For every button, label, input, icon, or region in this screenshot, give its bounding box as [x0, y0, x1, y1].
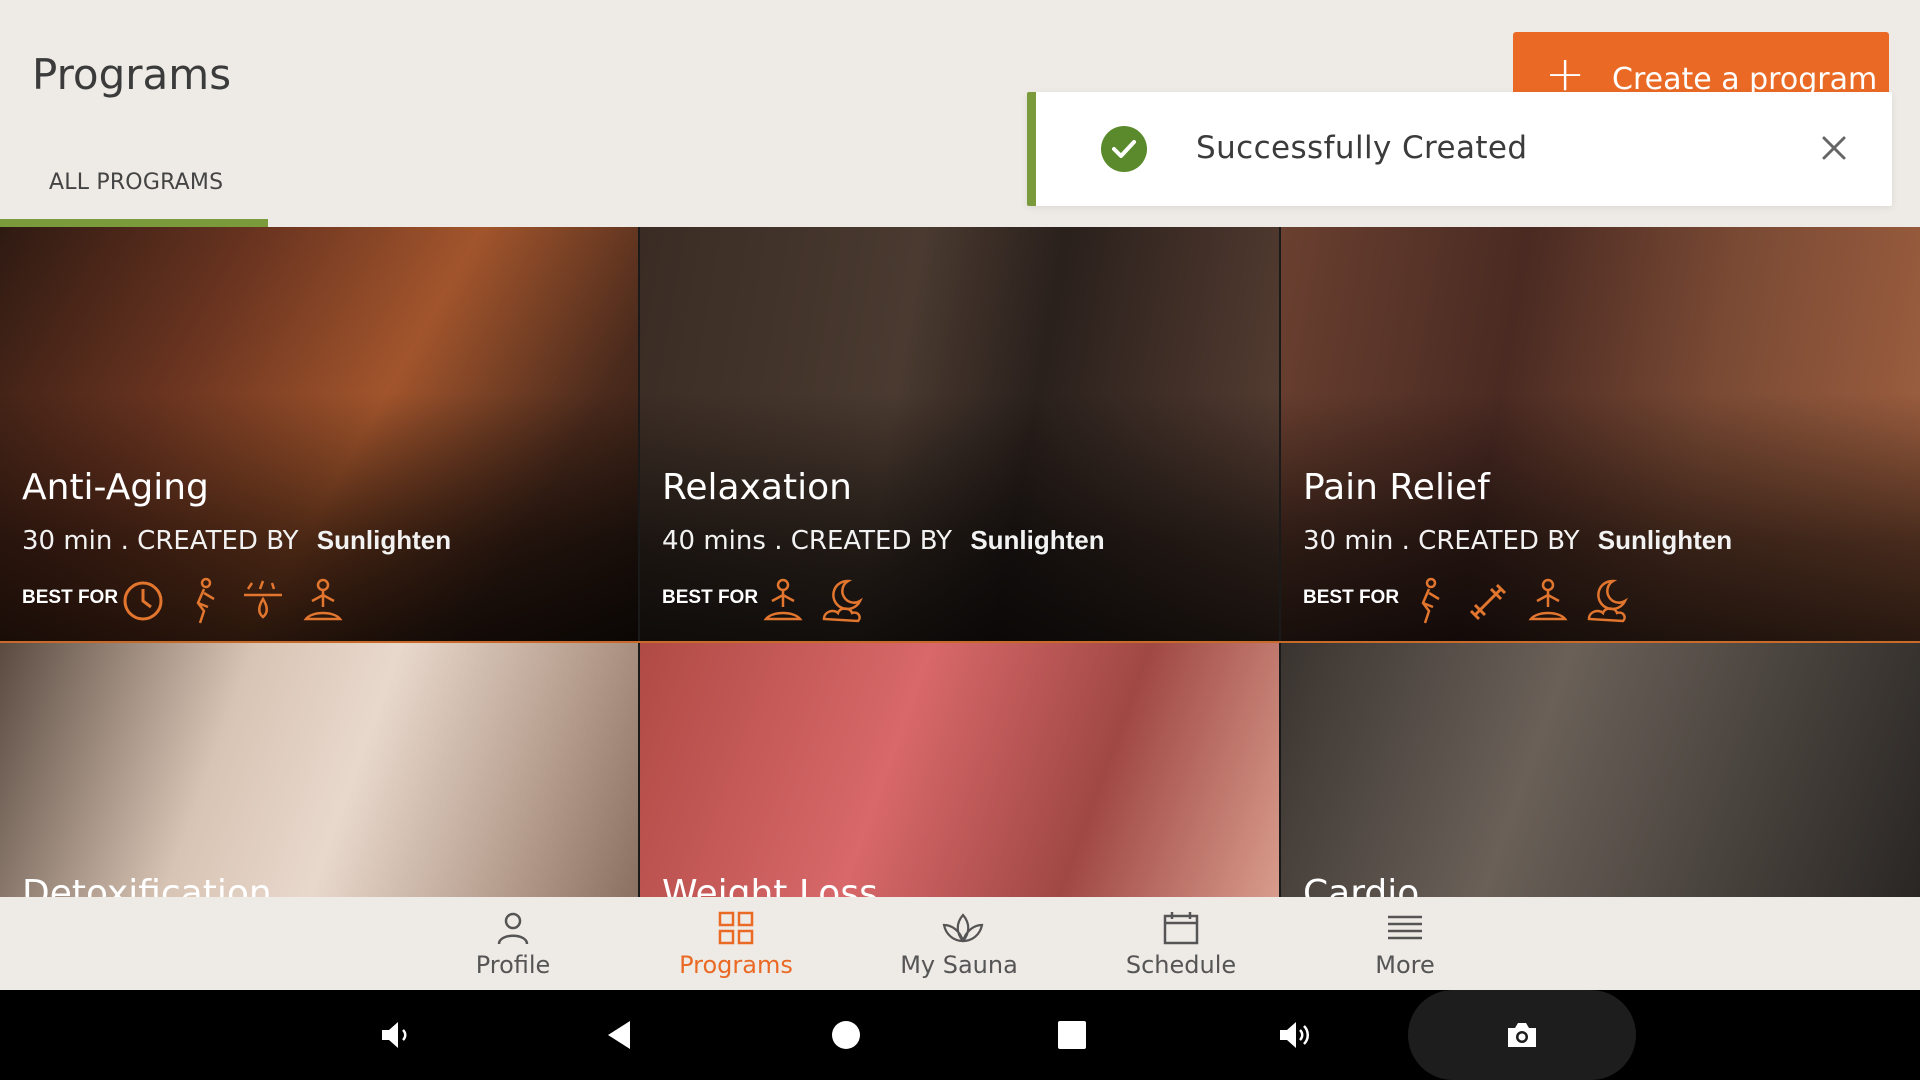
- recents-icon[interactable]: [1054, 1017, 1090, 1053]
- program-title: Cardio: [1303, 873, 1420, 897]
- toast-message: Successfully Created: [1196, 130, 1528, 166]
- dumbbell-icon: [1465, 575, 1511, 625]
- meditation-icon: [760, 575, 806, 625]
- program-title: Anti-Aging: [22, 467, 209, 508]
- menu-lines-icon: [1386, 911, 1424, 945]
- check-circle-icon: [1101, 126, 1147, 172]
- best-for-icons: [760, 575, 866, 625]
- best-for-icons: [1405, 575, 1631, 625]
- tab-active-indicator: [0, 219, 268, 227]
- page-title: Programs: [32, 50, 232, 99]
- back-icon[interactable]: [602, 1017, 638, 1053]
- nav-item-profile[interactable]: Profile: [438, 911, 588, 979]
- volume-down-icon[interactable]: [378, 1017, 414, 1053]
- program-duration: 40 mins: [662, 526, 766, 556]
- program-meta: 40 mins . CREATED BY Sunlighten: [662, 525, 1105, 556]
- sleep-moon-icon: [820, 575, 866, 625]
- sleep-moon-icon: [1585, 575, 1631, 625]
- program-card[interactable]: Anti-Aging 30 min . CREATED BY Sunlighte…: [0, 227, 638, 641]
- program-creator: Sunlighten: [970, 525, 1105, 555]
- nav-label: Profile: [475, 951, 551, 979]
- nav-label: Schedule: [1125, 951, 1237, 979]
- best-for-label: BEST FOR: [662, 587, 759, 608]
- success-toast: Successfully Created: [1027, 92, 1892, 206]
- created-by-label: . CREATED BY: [774, 526, 953, 556]
- program-card-image: [1281, 643, 1920, 897]
- nav-item-programs[interactable]: Programs: [661, 911, 811, 979]
- plus-icon: +: [1545, 46, 1586, 102]
- nav-label: Programs: [679, 951, 793, 979]
- created-by-label: . CREATED BY: [1401, 526, 1580, 556]
- lotus-icon: [940, 911, 984, 945]
- program-creator: Sunlighten: [316, 525, 452, 555]
- program-meta: 30 min . CREATED BY Sunlighten: [22, 525, 451, 556]
- home-icon[interactable]: [828, 1017, 864, 1053]
- program-creator: Sunlighten: [1597, 525, 1733, 555]
- tab-all-programs[interactable]: ALL PROGRAMS: [49, 170, 223, 195]
- program-title: Pain Relief: [1303, 467, 1490, 508]
- system-navigation-bar: [0, 990, 1920, 1080]
- program-card[interactable]: Pain Relief 30 min . CREATED BY Sunlight…: [1281, 227, 1920, 641]
- timer-icon: [120, 575, 166, 625]
- program-card[interactable]: Relaxation 40 mins . CREATED BY Sunlight…: [640, 227, 1279, 641]
- meditation-icon: [1525, 575, 1571, 625]
- program-card-image: [640, 643, 1279, 897]
- bottom-nav: Profile Programs My Sauna Schedule More: [0, 897, 1920, 990]
- program-card[interactable]: Weight Loss: [640, 643, 1279, 897]
- program-card-image: [0, 643, 638, 897]
- screenshot-button[interactable]: [1408, 990, 1636, 1080]
- program-card[interactable]: Detoxification: [0, 643, 638, 897]
- meditation-icon: [300, 575, 346, 625]
- anti-aging-figure-icon: [1405, 575, 1451, 625]
- close-icon[interactable]: [1816, 130, 1852, 166]
- program-meta: 30 min . CREATED BY Sunlighten: [1303, 525, 1732, 556]
- nav-item-schedule[interactable]: Schedule: [1106, 911, 1256, 979]
- program-grid: Anti-Aging 30 min . CREATED BY Sunlighte…: [0, 227, 1920, 897]
- nav-item-more[interactable]: More: [1330, 911, 1480, 979]
- best-for-icons: [120, 575, 346, 625]
- best-for-label: BEST FOR: [22, 587, 119, 608]
- calendar-icon: [1162, 911, 1200, 945]
- best-for-label: BEST FOR: [1303, 587, 1400, 608]
- volume-up-icon[interactable]: [1278, 1017, 1314, 1053]
- person-icon: [494, 911, 532, 945]
- program-duration: 30 min: [1303, 526, 1394, 556]
- header: Programs ALL PROGRAMS + Create a program…: [0, 0, 1920, 227]
- anti-aging-figure-icon: [180, 575, 226, 625]
- program-title: Weight Loss: [662, 873, 878, 897]
- nav-item-my-sauna[interactable]: My Sauna: [884, 911, 1034, 979]
- program-card[interactable]: Cardio: [1281, 643, 1920, 897]
- camera-icon: [1504, 1017, 1540, 1053]
- grid-icon: [717, 911, 755, 945]
- program-title: Relaxation: [662, 467, 852, 508]
- program-title: Detoxification: [22, 873, 272, 897]
- detox-drops-icon: [240, 575, 286, 625]
- nav-label: More: [1375, 951, 1435, 979]
- program-duration: 30 min: [22, 526, 113, 556]
- nav-label: My Sauna: [900, 951, 1018, 979]
- created-by-label: . CREATED BY: [120, 526, 299, 556]
